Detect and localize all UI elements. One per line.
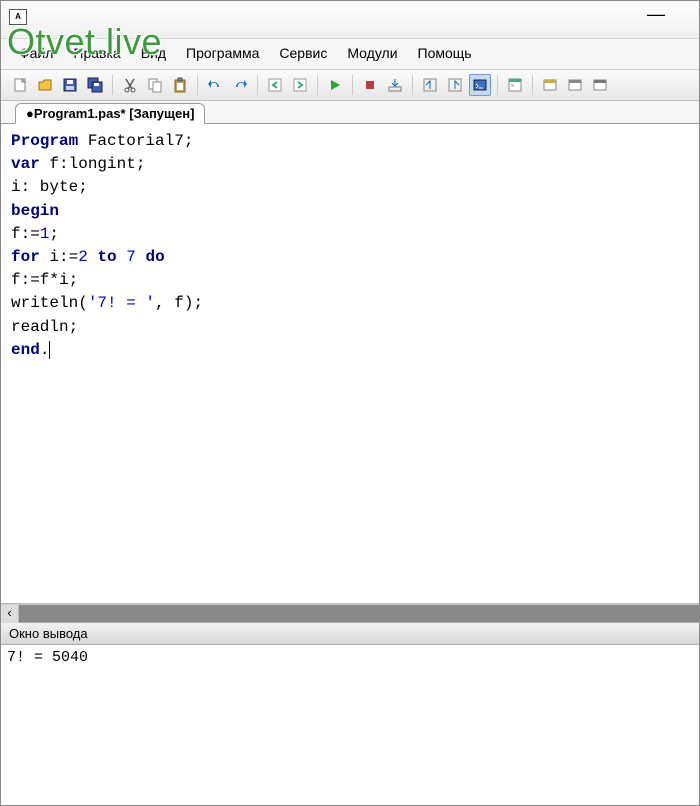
code-text: do [145,248,164,266]
form-icon[interactable] [504,74,526,96]
cut-icon[interactable] [119,74,141,96]
output-line: 7! = 5040 [7,649,693,666]
save-all-icon[interactable] [84,74,106,96]
menu-modules[interactable]: Модули [339,43,405,63]
save-icon[interactable] [59,74,81,96]
new-file-icon[interactable] [9,74,31,96]
toolbar-separator [412,75,413,95]
menu-program[interactable]: Программа [178,43,267,63]
menu-help[interactable]: Помощь [410,43,480,63]
toolbar-separator [317,75,318,95]
code-text: readln; [11,318,78,336]
menu-view[interactable]: Вид [133,43,174,63]
toolbar-separator [197,75,198,95]
code-text: f:=f*i; [11,271,78,289]
toolbar-separator [497,75,498,95]
nav-back-icon[interactable] [264,74,286,96]
code-editor[interactable]: Program Factorial7; var f:longint; i: by… [1,124,699,604]
run-icon[interactable] [324,74,346,96]
open-file-icon[interactable] [34,74,56,96]
code-text: 7 [126,248,136,266]
code-text: to [97,248,116,266]
code-text: i: byte; [11,178,88,196]
code-text: begin [11,202,59,220]
menu-edit[interactable]: Правка [65,43,128,63]
tab-program1[interactable]: ●Program1.pas* [Запущен] [15,103,205,124]
code-text [88,248,98,266]
minimize-button[interactable]: — [643,9,669,27]
toolbar-separator [257,75,258,95]
code-text: '7! = ' [88,294,155,312]
module-icon[interactable] [589,74,611,96]
module-icon[interactable] [539,74,561,96]
code-text: end [11,341,40,359]
code-text: for [11,248,40,266]
module-icon[interactable] [564,74,586,96]
code-text: i:= [40,248,78,266]
toolbar [1,69,699,101]
copy-icon[interactable] [144,74,166,96]
code-text: writeln( [11,294,88,312]
step-out-icon[interactable] [444,74,466,96]
step-over-icon[interactable] [419,74,441,96]
code-text [117,248,127,266]
output-panel-header[interactable]: Окно вывода [1,622,699,645]
toolbar-separator [352,75,353,95]
code-text: f:= [11,225,40,243]
code-text: Program [11,132,78,150]
code-text: 2 [78,248,88,266]
undo-icon[interactable] [204,74,226,96]
redo-icon[interactable] [229,74,251,96]
tab-status: [Запущен] [129,106,194,121]
console-icon[interactable] [469,74,491,96]
nav-fwd-icon[interactable] [289,74,311,96]
tab-dirty-marker: ● [26,106,34,121]
code-text: , f); [155,294,203,312]
code-text: f:longint; [40,155,146,173]
code-text: 1 [40,225,50,243]
horizontal-scrollbar[interactable]: ‹ [1,604,699,622]
stop-icon[interactable] [359,74,381,96]
output-panel-body[interactable]: 7! = 5040 [1,645,699,795]
tab-filename: Program1.pas* [34,106,126,121]
tab-strip: ●Program1.pas* [Запущен] [1,101,699,124]
code-text: . [40,341,50,359]
menu-service[interactable]: Сервис [271,43,335,63]
code-text: ; [49,225,59,243]
toolbar-separator [112,75,113,95]
step-into-icon[interactable] [384,74,406,96]
app-icon: A [9,9,27,25]
code-text: var [11,155,40,173]
text-cursor [49,341,50,359]
code-text: Factorial7; [78,132,193,150]
paste-icon[interactable] [169,74,191,96]
menu-file[interactable]: Файл [11,43,61,63]
scroll-left-arrow[interactable]: ‹ [1,605,19,623]
scrollbar-track[interactable] [19,605,699,622]
title-bar: A — [1,1,699,39]
menu-bar: Файл Правка Вид Программа Сервис Модули … [1,39,699,69]
toolbar-separator [532,75,533,95]
